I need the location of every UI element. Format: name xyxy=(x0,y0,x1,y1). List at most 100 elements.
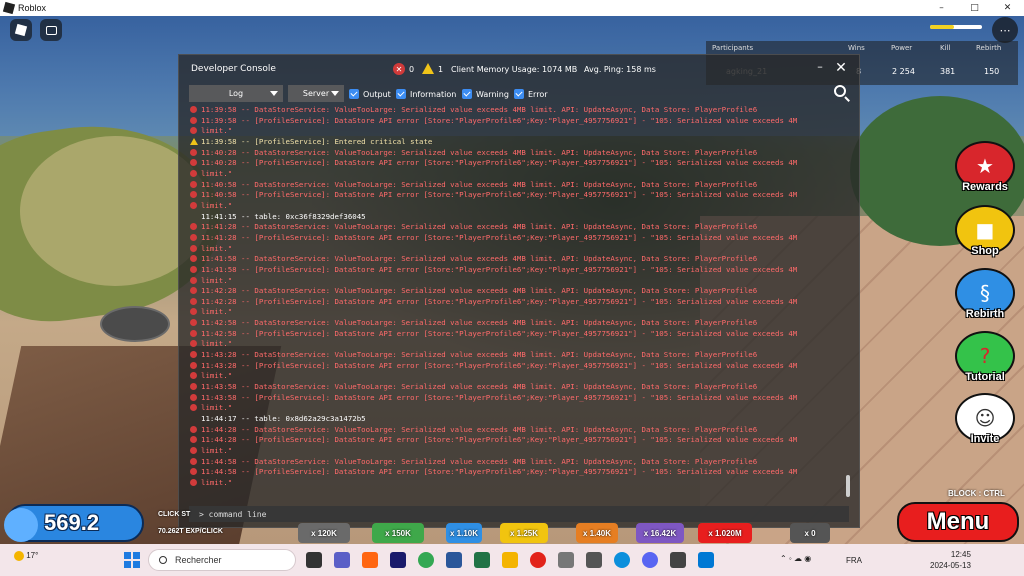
console-close-button[interactable]: ✕ xyxy=(834,61,848,75)
close-window-button[interactable]: ✕ xyxy=(991,0,1024,16)
boost-slot[interactable]: x 16.42K xyxy=(636,523,684,543)
search-icon xyxy=(159,556,167,564)
chrome-icon[interactable] xyxy=(418,552,434,568)
warning-count-icon xyxy=(422,63,434,74)
word-icon[interactable] xyxy=(446,552,462,568)
store-icon[interactable] xyxy=(698,552,714,568)
rebirth-button[interactable]: § Rebirth xyxy=(952,268,1018,320)
boost-slot[interactable]: x 0 xyxy=(790,523,830,543)
boost-slot[interactable]: x 1.10K xyxy=(446,523,482,543)
log-entry-text: 11:43:28 -- [ProfileService]: DataStore … xyxy=(201,360,798,370)
error-icon xyxy=(190,361,197,369)
maximize-window-button[interactable]: □ xyxy=(958,0,991,16)
menu-button[interactable]: Menu xyxy=(897,502,1019,542)
error-icon xyxy=(190,468,197,476)
log-entry-text: 11:39:58 -- DataStoreService: ValueTooLa… xyxy=(201,105,758,114)
log-entry: 11:41:28 -- DataStoreService: ValueTooLa… xyxy=(189,222,849,233)
snipping-tool-icon[interactable] xyxy=(586,552,602,568)
task-view-icon[interactable] xyxy=(306,552,322,568)
error-icon xyxy=(190,329,197,337)
tutorial-label: Tutorial xyxy=(965,371,1005,383)
log-type-dropdown-label: Log xyxy=(228,89,244,98)
teams-icon[interactable] xyxy=(334,552,350,568)
file-explorer-icon[interactable] xyxy=(502,552,518,568)
log-entry: 11:44:58 -- DataStoreService: ValueTooLa… xyxy=(189,457,849,468)
chevron-down-icon xyxy=(270,91,278,96)
taskbar-clock[interactable]: 12:45 2024-05-13 xyxy=(930,549,971,571)
log-entry: limit." xyxy=(189,371,849,382)
log-entry-text: limit." xyxy=(201,307,233,317)
windows-start-icon[interactable] xyxy=(124,552,140,568)
roblox-taskbar-icon[interactable] xyxy=(670,552,686,568)
console-minimize-button[interactable]: – xyxy=(813,61,827,76)
tutorial-button[interactable]: ? Tutorial xyxy=(952,331,1018,383)
boost-slot[interactable]: x 150K xyxy=(372,523,424,543)
error-icon xyxy=(190,372,197,380)
console-header[interactable]: Developer Console ✕ 0 1 Client Memory Us… xyxy=(179,55,861,83)
filter-warning-checkbox[interactable]: Warning xyxy=(462,88,509,100)
console-log-output[interactable]: 11:39:58 -- DataStoreService: ValueTooLa… xyxy=(189,105,849,501)
app-icon[interactable] xyxy=(558,552,574,568)
boost-slot[interactable]: x 120K xyxy=(298,523,350,543)
boost-slot[interactable]: x 1.25K xyxy=(500,523,548,543)
system-tray-icons[interactable]: ⌃ ◦ ☁ ◉ xyxy=(780,554,811,563)
log-entry: limit." xyxy=(189,201,849,212)
log-entry: 11:43:28 -- [ProfileService]: DataStore … xyxy=(189,361,849,372)
log-entry-text: 11:42:58 -- DataStoreService: ValueTooLa… xyxy=(201,318,758,328)
shop-label: Shop xyxy=(971,245,999,257)
error-icon xyxy=(190,457,197,465)
error-icon xyxy=(190,287,197,295)
edge-icon[interactable] xyxy=(614,552,630,568)
minimize-window-button[interactable]: – xyxy=(925,0,958,16)
power-value: 569.2 xyxy=(44,510,100,535)
volume-bar[interactable] xyxy=(930,25,982,29)
context-dropdown[interactable]: Server xyxy=(288,85,344,102)
filter-output-label: Output xyxy=(363,89,391,99)
log-entry-text: limit." xyxy=(201,446,233,455)
boost-slot[interactable]: x 1.020M xyxy=(698,523,752,543)
opera-icon[interactable] xyxy=(530,552,546,568)
console-title: Developer Console xyxy=(191,64,276,74)
log-entry-text: limit." xyxy=(201,126,233,136)
leaderboard-header-wins: Wins xyxy=(848,44,865,52)
filter-output-checkbox[interactable]: Output xyxy=(349,88,391,100)
console-search-button[interactable] xyxy=(834,85,850,102)
error-icon xyxy=(190,169,197,177)
chat-button[interactable] xyxy=(40,19,62,41)
boost-slot[interactable]: x 1.40K xyxy=(576,523,618,543)
language-indicator[interactable]: FRA xyxy=(846,556,862,565)
command-line-input[interactable]: > command line xyxy=(189,506,849,522)
invite-button[interactable]: ☺ Invite xyxy=(952,393,1018,445)
log-entry: limit." xyxy=(189,446,849,457)
developer-console[interactable]: Developer Console ✕ 0 1 Client Memory Us… xyxy=(178,54,860,528)
log-entry-text: 11:40:28 -- [ProfileService]: DataStore … xyxy=(201,158,798,168)
discord-icon[interactable] xyxy=(642,552,658,568)
filter-information-checkbox[interactable]: Information xyxy=(396,88,456,100)
log-entry: limit." xyxy=(189,403,849,414)
roblox-menu-button[interactable] xyxy=(10,19,32,41)
weather-widget[interactable]: 17° xyxy=(14,551,38,561)
weather-temperature: 17° xyxy=(26,551,39,561)
excel-icon[interactable] xyxy=(474,552,490,568)
filter-error-checkbox[interactable]: Error xyxy=(514,88,548,100)
rebirth-label: Rebirth xyxy=(965,308,1005,320)
log-entry: 11:40:58 -- [ProfileService]: DataStore … xyxy=(189,190,849,201)
more-options-button[interactable]: ⋯ xyxy=(992,17,1018,43)
log-entry-text: 11:43:28 -- DataStoreService: ValueTooLa… xyxy=(201,350,758,360)
log-entry-text: limit." xyxy=(201,243,233,253)
log-entry: limit." xyxy=(189,244,849,255)
firefox-icon[interactable] xyxy=(362,552,378,568)
rewards-button[interactable]: ★ Rewards xyxy=(952,141,1018,193)
log-type-dropdown[interactable]: Log xyxy=(189,85,283,102)
checkbox-checked-icon xyxy=(349,89,359,99)
error-icon xyxy=(190,308,197,316)
taskbar-search-input[interactable]: Rechercher xyxy=(148,549,296,571)
clock-time: 12:45 xyxy=(950,550,971,559)
block-hint: BLOCK : CTRL xyxy=(948,489,1005,498)
log-entry: 11:40:28 -- [ProfileService]: DataStore … xyxy=(189,158,849,169)
console-scrollbar[interactable] xyxy=(846,475,850,497)
shop-button[interactable]: ■ Shop xyxy=(952,205,1018,257)
l-app-icon[interactable] xyxy=(390,552,406,568)
filter-error-label: Error xyxy=(528,89,548,99)
log-entry-text: 11:40:28 -- DataStoreService: ValueTooLa… xyxy=(201,147,758,157)
